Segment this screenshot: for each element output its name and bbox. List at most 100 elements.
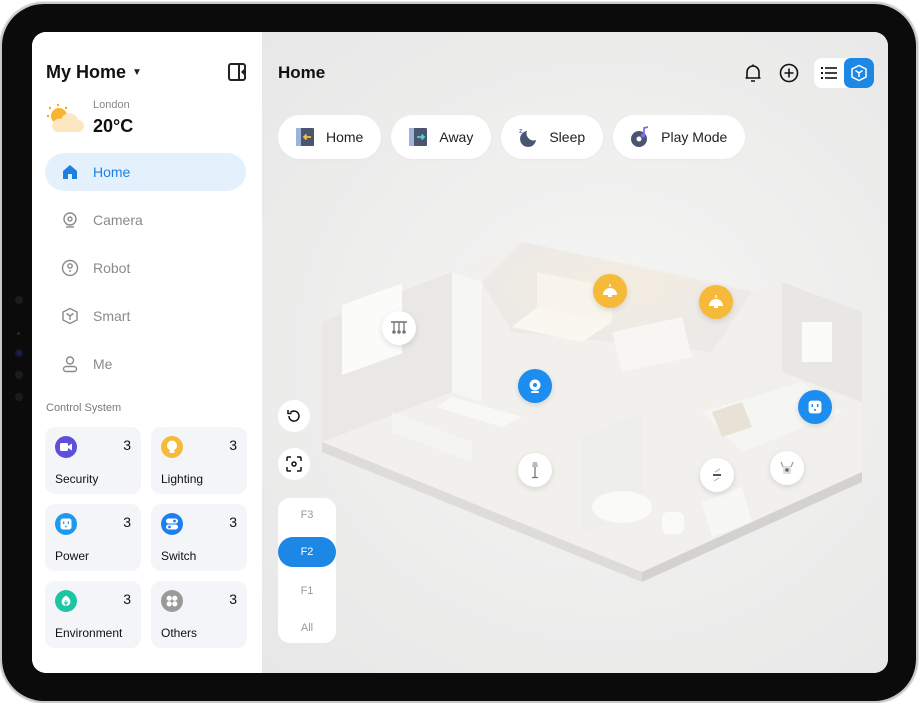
device-count: 3 <box>229 514 237 530</box>
floor-option-f3[interactable]: F3 <box>278 500 336 530</box>
sensor-dot <box>15 393 23 401</box>
scene-label: Sleep <box>549 129 586 145</box>
floor-selector: F3 F2 F1 All <box>278 498 336 643</box>
user-icon <box>61 355 79 373</box>
card-label: Environment <box>55 626 123 640</box>
scene-label: Play Mode <box>661 129 728 145</box>
grid-icon <box>161 590 183 612</box>
rotate-icon <box>287 410 300 422</box>
scene-sleep-button[interactable]: z Sleep <box>501 115 604 159</box>
recenter-view-button[interactable] <box>278 448 310 480</box>
moon-icon: z <box>517 126 539 148</box>
sidebar-item-label: Camera <box>93 212 143 228</box>
door-exit-icon <box>407 126 429 148</box>
list-view-button[interactable] <box>814 58 844 88</box>
list-icon <box>821 67 837 79</box>
floorplan-3d-view[interactable] <box>282 212 882 582</box>
outlet-icon <box>55 513 77 535</box>
sidebar-item-label: Smart <box>93 308 131 324</box>
card-label: Lighting <box>161 472 204 486</box>
plus-circle-icon <box>779 63 799 83</box>
toilet <box>662 512 684 534</box>
card-label: Power <box>55 549 90 563</box>
scene-label: Away <box>439 129 474 145</box>
switch-icon <box>161 513 183 535</box>
partly-cloudy-icon <box>46 103 84 132</box>
camera-icon <box>61 211 79 229</box>
3d-view-button[interactable] <box>844 58 874 88</box>
pendant-lamp-icon <box>709 295 723 308</box>
scene-away-button[interactable]: Away <box>391 115 492 159</box>
sensor-dot <box>15 296 23 304</box>
sidebar-collapse-icon[interactable] <box>228 63 246 81</box>
sidebar-item-smart[interactable]: Smart <box>45 297 246 335</box>
sidebar-item-label: Home <box>93 164 131 180</box>
control-card-switch[interactable]: 3 Switch <box>151 504 247 571</box>
app-screen: My Home ▼ London 20°C Home Camera Robot … <box>32 32 888 673</box>
svg-text:z: z <box>519 128 523 135</box>
sidebar-item-label: Robot <box>93 260 131 276</box>
floor-lamp-icon <box>532 462 538 479</box>
device-count: 3 <box>123 437 131 453</box>
main-panel: Home Home Away z Sleep Play Mode F3 F2 F… <box>262 32 888 673</box>
home-selector[interactable]: My Home ▼ <box>46 62 142 83</box>
sidebar-item-robot[interactable]: Robot <box>45 249 246 287</box>
dining-lamp-marker[interactable] <box>699 285 733 319</box>
scene-bar: Home Away z Sleep Play Mode <box>278 115 746 159</box>
card-label: Security <box>55 472 99 486</box>
floor-lamp-marker[interactable] <box>518 453 552 487</box>
device-count: 3 <box>123 514 131 530</box>
control-card-power[interactable]: 3 Power <box>45 504 141 571</box>
scene-home-button[interactable]: Home <box>278 115 382 159</box>
door-enter-icon <box>294 126 316 148</box>
header-actions <box>742 58 874 88</box>
card-label: Others <box>161 626 198 640</box>
bathtub <box>592 491 652 523</box>
wall <box>452 272 482 402</box>
home-icon <box>61 163 79 181</box>
music-disc-icon <box>629 126 651 148</box>
view-toggle <box>814 58 874 88</box>
floor-option-f1[interactable]: F1 <box>278 576 336 606</box>
control-card-security[interactable]: 3 Security <box>45 427 141 494</box>
front-camera <box>15 349 23 357</box>
router-marker[interactable] <box>770 451 804 485</box>
bulb-icon <box>161 436 183 458</box>
control-card-others[interactable]: 3 Others <box>151 581 247 648</box>
camera-marker[interactable] <box>518 369 552 403</box>
device-count: 3 <box>123 591 131 607</box>
caret-down-icon: ▼ <box>132 67 142 78</box>
add-device-button[interactable] <box>778 62 800 84</box>
scene-label: Home <box>326 129 364 145</box>
robot-icon <box>61 259 79 277</box>
bedroom-lamp-marker[interactable] <box>593 274 627 308</box>
chandelier-marker[interactable] <box>382 311 416 345</box>
router-icon <box>780 461 794 474</box>
video-camera-icon <box>55 436 77 458</box>
notifications-button[interactable] <box>742 62 764 84</box>
cube-icon <box>851 64 867 82</box>
sidebar-nav: Home Camera Robot Smart Me <box>45 153 246 393</box>
device-count: 3 <box>229 591 237 607</box>
pendant-lamp-icon <box>603 284 617 297</box>
sidebar-item-me[interactable]: Me <box>45 345 246 383</box>
scene-play-mode-button[interactable]: Play Mode <box>613 115 746 159</box>
floor-option-f2[interactable]: F2 <box>278 537 336 567</box>
leaf-icon <box>55 590 77 612</box>
rotate-view-button[interactable] <box>278 400 310 432</box>
smart-plug-marker[interactable] <box>798 390 832 424</box>
control-card-environment[interactable]: 3 Environment <box>45 581 141 648</box>
home-selector-label: My Home <box>46 62 127 82</box>
card-label: Switch <box>161 549 197 563</box>
camera-icon <box>529 379 541 393</box>
sidebar-item-home[interactable]: Home <box>45 153 246 191</box>
chandelier-icon <box>391 321 407 334</box>
floor-option-all[interactable]: All <box>278 613 336 643</box>
switch-icon <box>713 468 721 482</box>
control-system-heading: Control System <box>46 402 122 414</box>
sidebar-item-label: Me <box>93 356 113 372</box>
outlet-icon <box>808 400 822 414</box>
switch-marker[interactable] <box>700 458 734 492</box>
control-card-lighting[interactable]: 3 Lighting <box>151 427 247 494</box>
sidebar-item-camera[interactable]: Camera <box>45 201 246 239</box>
